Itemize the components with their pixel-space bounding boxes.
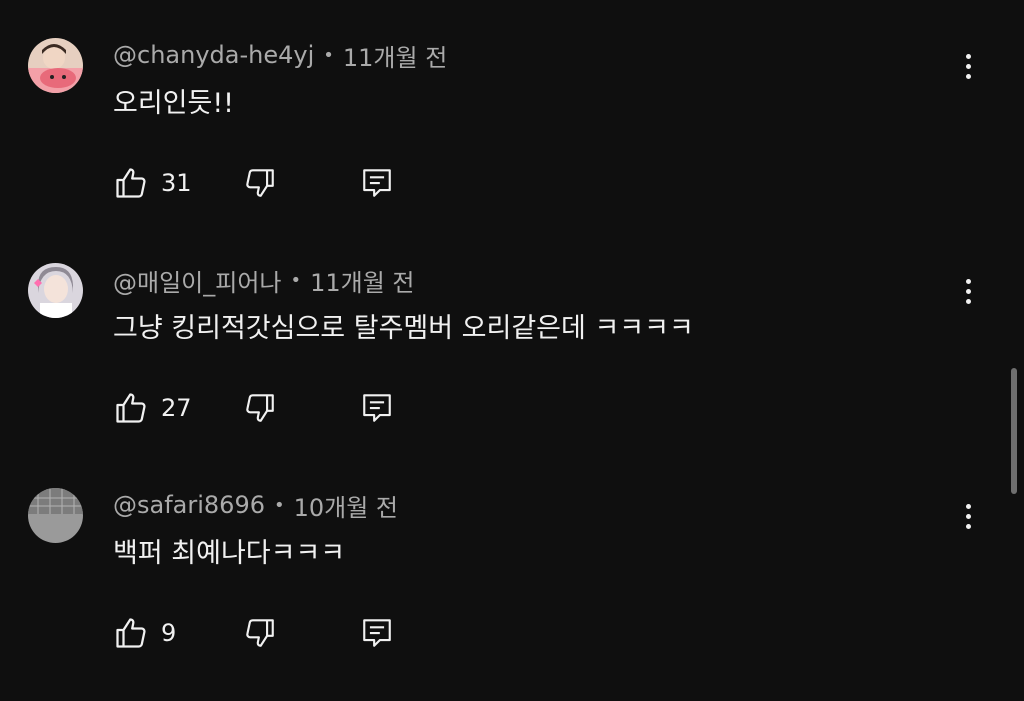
more-options-button[interactable] [952, 267, 984, 315]
like-button[interactable]: 31 [113, 160, 192, 206]
like-button[interactable]: 27 [113, 385, 192, 431]
comment-text: 백퍼 최예나다ㅋㅋㅋ [113, 537, 346, 569]
comment-item: @chanyda-he4yj • 11개월 전 오리인듯!! 31 [0, 26, 1024, 251]
author-name[interactable]: @chanyda-he4yj [113, 41, 314, 69]
photo-avatar-icon [28, 38, 83, 93]
author-name[interactable]: @매일이_피어나 [113, 263, 281, 298]
like-count: 27 [161, 394, 192, 422]
dislike-button[interactable] [243, 166, 277, 200]
separator-dot: • [323, 44, 334, 66]
comment-time[interactable]: 10개월 전 [294, 488, 398, 523]
reply-icon [363, 619, 391, 647]
like-count: 31 [161, 169, 192, 197]
avatar[interactable] [28, 488, 83, 543]
comment-item: @매일이_피어나 • 11개월 전 그냥 킹리적갓심으로 탈주멤버 오리같은데 … [0, 251, 1024, 476]
dislike-button[interactable] [243, 391, 277, 425]
reply-button[interactable] [360, 391, 394, 425]
avatar[interactable] [28, 263, 83, 318]
thumbs-up-icon [116, 168, 146, 198]
separator-dot: • [290, 269, 302, 291]
more-options-button[interactable] [952, 492, 984, 540]
comment-item: @safari8696 • 10개월 전 백퍼 최예나다ㅋㅋㅋ 9 [0, 476, 1024, 701]
thumbs-down-icon [246, 619, 274, 647]
reply-icon [363, 169, 391, 197]
photo-avatar-icon [28, 488, 83, 543]
comment-actions: 9 [113, 610, 413, 656]
reply-button[interactable] [360, 616, 394, 650]
photo-avatar-icon [28, 263, 83, 318]
comment-time[interactable]: 11개월 전 [310, 263, 414, 298]
comment-text: 오리인듯!! [113, 87, 235, 119]
more-vertical-icon [965, 53, 971, 59]
thumbs-up-icon [116, 618, 146, 648]
thumbs-up-icon [116, 393, 146, 423]
thumbs-down-icon [246, 394, 274, 422]
more-options-button[interactable] [952, 42, 984, 90]
comment-header: @chanyda-he4yj • 11개월 전 [113, 38, 447, 73]
reply-button[interactable] [360, 166, 394, 200]
comment-actions: 31 [113, 160, 413, 206]
scrollbar-thumb[interactable] [1011, 368, 1017, 494]
more-vertical-icon [965, 278, 971, 284]
dislike-button[interactable] [243, 616, 277, 650]
avatar[interactable] [28, 38, 83, 93]
author-name[interactable]: @safari8696 [113, 491, 265, 519]
comment-time[interactable]: 11개월 전 [343, 38, 447, 73]
comment-actions: 27 [113, 385, 413, 431]
thumbs-down-icon [246, 169, 274, 197]
comment-text: 그냥 킹리적갓심으로 탈주멤버 오리같은데 ㅋㅋㅋㅋ [113, 312, 694, 344]
comment-header: @매일이_피어나 • 11개월 전 [113, 263, 415, 298]
reply-icon [363, 394, 391, 422]
like-count: 9 [161, 619, 177, 647]
separator-dot: • [273, 494, 285, 516]
like-button[interactable]: 9 [113, 610, 176, 656]
more-vertical-icon [965, 503, 971, 509]
comment-header: @safari8696 • 10개월 전 [113, 488, 398, 523]
